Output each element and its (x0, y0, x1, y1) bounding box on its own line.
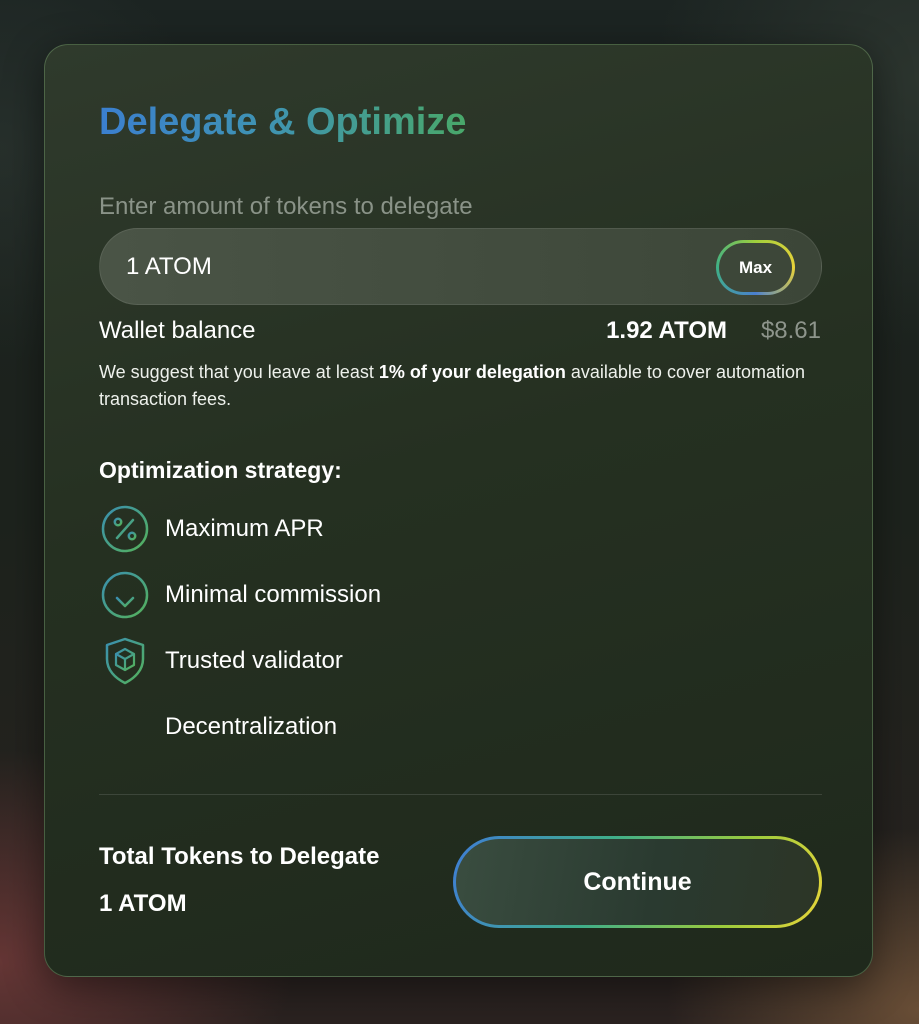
strategy-item-label: Maximum APR (165, 515, 324, 542)
strategy-item-trusted-validator: Trusted validator (99, 635, 343, 687)
fee-suggestion: We suggest that you leave at least 1% of… (99, 359, 819, 413)
strategy-item-label: Trusted validator (165, 647, 343, 674)
sliders-icon (102, 704, 146, 750)
strategy-heading: Optimization strategy: (99, 457, 342, 483)
strategy-item-maximum-apr: Maximum APR (99, 503, 324, 555)
delegate-card: Delegate & Optimize Enter amount of toke… (44, 44, 873, 977)
fee-suggestion-prefix: We suggest that you leave at least (99, 362, 379, 382)
wallet-balance-usd: $8.61 (760, 317, 821, 344)
fee-suggestion-emphasis: 1% of your delegation (378, 362, 566, 382)
wallet-balance-label: Wallet balance (99, 317, 256, 344)
page-title: Delegate & Optimize (99, 101, 467, 143)
amount-label: Enter amount of tokens to delegate (99, 193, 473, 220)
strategy-item-decentralization: Decentralization (99, 701, 337, 753)
max-button[interactable]: Max (716, 240, 795, 295)
strategy-item-label: Minimal commission (165, 581, 382, 608)
shield-cube-icon (105, 637, 145, 685)
arrow-down-circle-icon (101, 571, 149, 619)
total-tokens-value: 1 ATOM (99, 890, 187, 917)
wallet-balance-amount: 1.92 ATOM (606, 317, 727, 344)
strategy-item-label: Decentralization (165, 713, 338, 740)
total-tokens-label: Total Tokens to Delegate (99, 843, 380, 870)
continue-button[interactable]: Continue (453, 836, 822, 928)
strategy-item-minimal-commission: Minimal commission (99, 569, 381, 621)
amount-input[interactable] (126, 229, 686, 304)
amount-field[interactable]: Max (99, 228, 822, 305)
percent-circle-icon (101, 505, 149, 553)
section-divider (99, 794, 822, 795)
